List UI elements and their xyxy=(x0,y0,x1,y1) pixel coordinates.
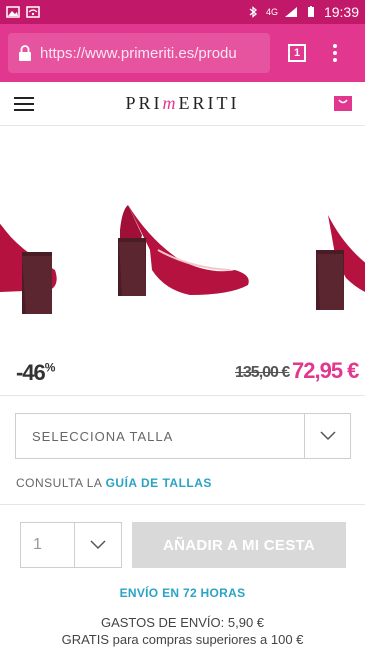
lock-icon xyxy=(19,45,31,61)
network-type: 4G xyxy=(265,7,278,17)
status-bar: 4G 19:39 xyxy=(0,0,365,24)
logo-suffix: ERITI xyxy=(178,93,240,113)
image-notification-icon xyxy=(6,6,20,18)
site-logo[interactable]: PRImERITI xyxy=(126,93,240,114)
logo-prefix: PRI xyxy=(125,93,163,113)
url-bar[interactable]: https://www.primeriti.es/produ xyxy=(8,33,270,73)
product-gallery[interactable] xyxy=(0,150,365,340)
browser-toolbar: https://www.primeriti.es/produ 1 xyxy=(0,24,365,82)
quantity-value: 1 xyxy=(21,523,75,567)
logo-m: m xyxy=(162,93,179,113)
hamburger-menu-icon[interactable] xyxy=(14,96,34,111)
clock: 19:39 xyxy=(323,4,359,20)
divider xyxy=(0,395,365,396)
shipping-cost: GASTOS DE ENVÍO: 5,90 € xyxy=(100,615,265,630)
shipping-eta: ENVÍO EN 72 HORAS xyxy=(119,586,246,600)
size-guide: CONSULTA LA GUÍA DE TALLAS xyxy=(16,476,212,490)
sale-price: 72,95 € xyxy=(292,358,359,383)
add-to-cart-button[interactable]: AÑADIR A MI CESTA xyxy=(132,522,346,568)
bluetooth-icon xyxy=(249,6,257,18)
wifi-notification-icon xyxy=(26,6,40,18)
overflow-menu-icon[interactable] xyxy=(332,44,338,62)
size-select-label: SELECCIONA TALLA xyxy=(32,428,174,444)
size-select[interactable]: SELECCIONA TALLA xyxy=(15,413,351,459)
signal-icon xyxy=(284,7,297,17)
site-header: PRImERITI xyxy=(0,82,365,126)
url-text: https://www.primeriti.es/produ xyxy=(40,44,237,62)
divider xyxy=(0,504,365,505)
price-row: -46% 135,00 € 72,95 € xyxy=(0,352,365,392)
shopping-bag-icon[interactable] xyxy=(333,94,353,112)
chevron-down-icon[interactable] xyxy=(304,414,350,458)
size-guide-prefix: CONSULTA LA xyxy=(16,476,102,490)
free-shipping-note: GRATIS para compras superiores a 100 € xyxy=(61,632,304,647)
product-image-next[interactable] xyxy=(308,160,365,320)
tab-switcher-button[interactable]: 1 xyxy=(288,44,306,62)
chevron-down-icon[interactable] xyxy=(75,523,121,567)
size-guide-link[interactable]: GUÍA DE TALLAS xyxy=(106,476,212,490)
original-price: 135,00 € xyxy=(235,364,290,381)
discount-badge: -46% xyxy=(16,360,55,385)
battery-icon xyxy=(307,6,314,17)
quantity-select[interactable]: 1 xyxy=(20,522,122,568)
product-image-prev[interactable] xyxy=(0,160,60,320)
product-image-main[interactable] xyxy=(110,150,260,310)
